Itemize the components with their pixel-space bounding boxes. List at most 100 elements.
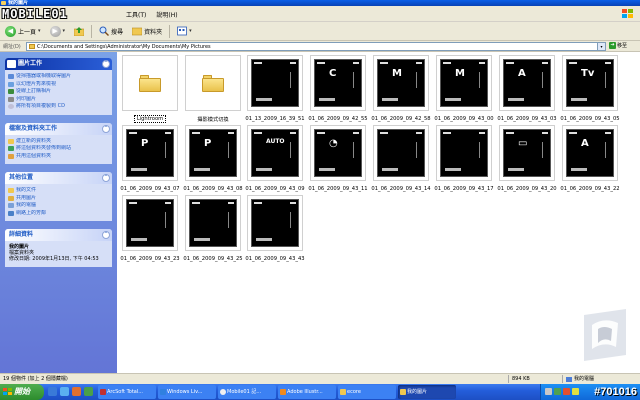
picture-tasks-title: 圖片工作 [18, 60, 43, 67]
folder-item[interactable]: Lightroom [119, 55, 181, 128]
windows-live-icon [160, 389, 166, 395]
chevron-down-icon[interactable]: ▾ [63, 28, 66, 34]
image-item[interactable]: A 01_06_2009_09_43_22 [559, 125, 621, 198]
collapse-icon[interactable]: ˄ [102, 231, 110, 239]
image-item[interactable]: 01_06_2009_09_43_14 [370, 125, 432, 198]
menu-tools[interactable]: 工具(T) [126, 10, 146, 19]
image-item[interactable]: A 01_06_2009_09_43_03 [496, 55, 558, 128]
place-network[interactable]: 網路上的芳鄰 [8, 210, 109, 218]
image-item[interactable]: 01_06_2009_09_43_25 [182, 195, 244, 268]
image-item[interactable]: 01_13_2009_16_39_51 [244, 55, 306, 128]
pictures-icon [7, 60, 16, 68]
image-item[interactable]: 01_06_2009_09_43_17 [433, 125, 495, 198]
image-thumbnail: AUTO [251, 129, 299, 177]
browser-icon [220, 389, 226, 395]
image-thumbnail: M [440, 59, 488, 107]
collapse-icon[interactable]: ˄ [102, 60, 110, 68]
go-button[interactable]: ➜ 移至 [609, 42, 627, 49]
collapse-icon[interactable]: ˄ [102, 124, 110, 133]
taskbar-button[interactable]: ArcSoft Total... [98, 385, 156, 399]
image-thumbnail [251, 199, 299, 247]
file-name-text: 01_06_2009_09_43_23 [120, 256, 180, 262]
file-tasks-title: 檔案及資料夾工作 [9, 124, 58, 132]
collapse-icon[interactable]: ˄ [102, 174, 110, 182]
image-item[interactable]: C 01_06_2009_09_42_55 [307, 55, 369, 128]
task-get-pictures[interactable]: 從掃描器或相機取得圖片 [8, 73, 109, 81]
app-icon[interactable] [84, 387, 93, 396]
tray-icon[interactable] [563, 388, 570, 395]
image-item[interactable]: Tv 01_06_2009_09_43_05 [559, 55, 621, 128]
image-item[interactable]: AUTO 01_06_2009_09_43_09 [244, 125, 306, 198]
browser-icon[interactable] [60, 387, 69, 396]
chevron-down-icon[interactable]: ▾ [38, 28, 41, 34]
taskbar-button[interactable]: Windows Liv... [158, 385, 216, 399]
network-icon [8, 210, 14, 216]
start-button[interactable]: 開始 [0, 384, 44, 400]
image-item[interactable]: ▭ 01_06_2009_09_43_20 [496, 125, 558, 198]
show-desktop-icon[interactable] [48, 387, 57, 396]
media-icon[interactable] [72, 387, 81, 396]
image-thumbnail: C [314, 59, 362, 107]
slideshow-icon [8, 81, 14, 87]
task-copy-cd[interactable]: 將所有項目複製到 CD [8, 103, 109, 111]
folders-icon [132, 27, 143, 36]
other-places-header[interactable]: 其他位置 ˄ [5, 172, 112, 184]
task-print[interactable]: 列印圖片 [8, 96, 109, 104]
details-header[interactable]: 詳細資料 ˄ [5, 229, 112, 241]
folders-button[interactable]: 資料夾 [130, 24, 164, 39]
search-button[interactable]: 搜尋 [97, 24, 125, 39]
image-item[interactable]: 01_06_2009_09_43_43 [244, 195, 306, 268]
address-dropdown-button[interactable]: ▾ [597, 43, 605, 50]
image-thumbnail: P [189, 129, 237, 177]
image-item[interactable]: ◔ 01_06_2009_09_43_11 [307, 125, 369, 198]
taskbar-button[interactable]: Adobe Illustr... [278, 385, 336, 399]
chevron-down-icon[interactable]: ▾ [189, 28, 192, 34]
image-item[interactable]: M 01_06_2009_09_43_00 [433, 55, 495, 128]
image-thumbnail [251, 59, 299, 107]
watermark-logo [584, 309, 626, 361]
menu-help[interactable]: 說明(H) [156, 10, 177, 19]
task-new-folder[interactable]: 建立新的資料夾 [8, 138, 109, 146]
arcsoft-icon [100, 389, 106, 395]
place-shared-pictures[interactable]: 共用圖片 [8, 195, 109, 203]
task-publish-web[interactable]: 將這個資料夾發佈到網站 [8, 145, 109, 153]
folder-item[interactable]: 攝影模式切換 [182, 55, 244, 128]
taskbar-button[interactable]: Mobile01 記... [218, 385, 276, 399]
address-input[interactable]: C:\Documents and Settings\Administrator\… [26, 42, 606, 51]
taskbar-button[interactable]: ecore [338, 385, 396, 399]
tray-icon[interactable] [554, 388, 561, 395]
task-share-folder[interactable]: 共用這個資料夾 [8, 153, 109, 161]
up-folder-button[interactable] [72, 24, 86, 39]
windows-logo-icon [622, 9, 634, 19]
image-thumbnail: M [377, 59, 425, 107]
order-prints-icon [8, 89, 14, 95]
file-tasks-header[interactable]: 檔案及資料夾工作 ˄ [5, 122, 112, 135]
image-item[interactable]: P 01_06_2009_09_43_07 [119, 125, 181, 198]
file-name: 01_06_2009_09_42_55 [303, 116, 373, 122]
cd-icon [8, 104, 14, 110]
file-name-text: 01_06_2009_09_43_11 [308, 186, 368, 192]
task-order-prints[interactable]: 從線上訂購相片 [8, 88, 109, 96]
toolbar-divider [91, 24, 93, 38]
new-folder-icon [8, 138, 14, 144]
image-item[interactable]: 01_06_2009_09_43_23 [119, 195, 181, 268]
publish-web-icon [8, 146, 14, 152]
place-my-computer[interactable]: 我的電腦 [8, 202, 109, 210]
views-button[interactable]: ▾ [175, 24, 194, 39]
folder-icon [29, 44, 35, 49]
tray-icon[interactable] [572, 388, 579, 395]
tray-icon[interactable] [545, 388, 552, 395]
file-name: 01_06_2009_09_43_00 [429, 116, 499, 122]
taskbar-button-active[interactable]: 我的圖片 [398, 385, 456, 399]
forward-button[interactable]: ▶ ▾ [48, 24, 68, 39]
file-name-text: 01_06_2009_09_43_20 [497, 186, 557, 192]
status-location-label: 我的電腦 [574, 376, 595, 382]
picture-tasks-header[interactable]: 圖片工作 ˄ [5, 58, 112, 70]
file-name-text: 01_06_2009_09_43_00 [434, 116, 494, 122]
back-button[interactable]: ◀ 上一頁 ▾ [3, 24, 43, 39]
image-item[interactable]: M 01_06_2009_09_42_58 [370, 55, 432, 128]
place-my-documents[interactable]: 我的文件 [8, 187, 109, 195]
image-item[interactable]: P 01_06_2009_09_43_08 [182, 125, 244, 198]
task-slideshow[interactable]: 以幻燈片秀來檢視 [8, 81, 109, 89]
thumbnail-frame [122, 55, 178, 111]
